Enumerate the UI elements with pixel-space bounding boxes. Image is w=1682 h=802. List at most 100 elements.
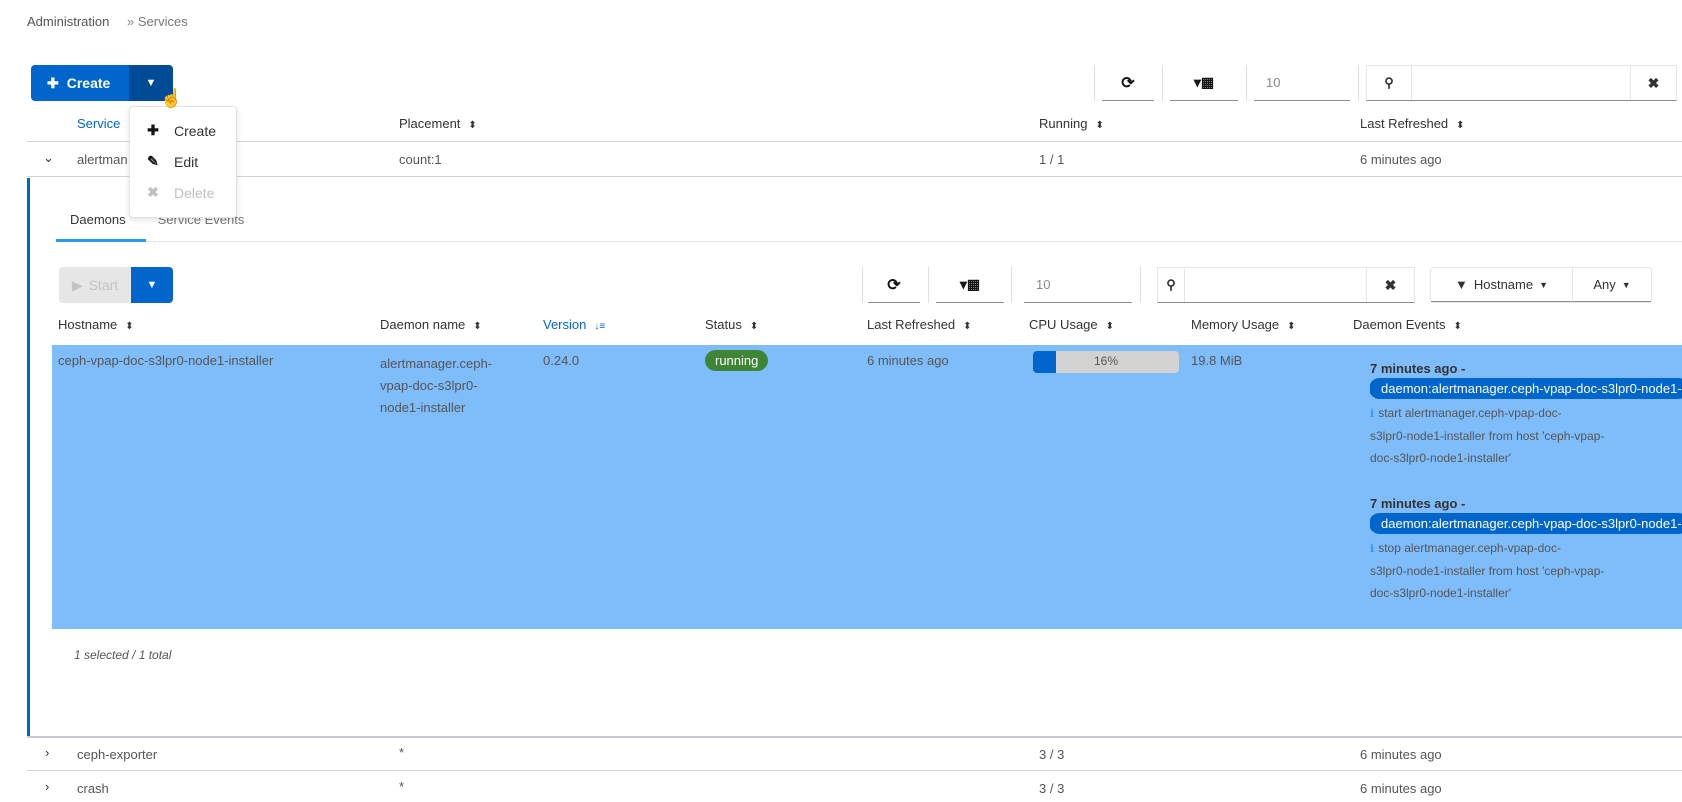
daemons-column-toggle-button[interactable]: ▾▦: [936, 267, 1004, 303]
menu-item-edit[interactable]: ✎ Edit: [130, 146, 236, 177]
info-icon: ℹ: [1370, 543, 1375, 555]
service-name[interactable]: ceph-exporter: [77, 747, 157, 762]
column-header-last-refreshed[interactable]: Last Refreshed ⬍: [1360, 116, 1465, 131]
filter-field-dropdown[interactable]: ▼ Hostname ▼: [1431, 268, 1573, 302]
column-header-placement[interactable]: Placement ⬍: [399, 116, 477, 131]
page-size-input[interactable]: 10: [1254, 65, 1350, 101]
service-name[interactable]: alertman: [77, 152, 128, 167]
sort-icon: ⬍: [963, 321, 972, 332]
toolbar-divider: [1162, 65, 1163, 101]
hand-cursor-icon: ☝: [160, 88, 183, 108]
times-icon: ✖: [147, 184, 159, 200]
event-tag[interactable]: daemon:alertmanager.ceph-vpap-doc-s3lpr0…: [1370, 513, 1682, 534]
toolbar-divider: [928, 267, 929, 303]
expand-chevron-icon[interactable]: ›: [45, 779, 49, 794]
event-message: ℹ start alertmanager.ceph-vpap-doc- s3lpr…: [1370, 406, 1605, 465]
daemons-search-input[interactable]: [1185, 268, 1366, 302]
caret-down-icon: ▼: [1539, 279, 1549, 290]
search-input[interactable]: [1412, 66, 1630, 100]
row-divider: [27, 176, 1682, 177]
column-toggle-button[interactable]: ▾▦: [1170, 65, 1238, 101]
plus-icon: ✚: [147, 122, 159, 138]
caret-down-icon: ▼: [145, 77, 157, 89]
row-divider: [27, 770, 1682, 771]
columns-icon: ▾▦: [959, 276, 981, 292]
pencil-icon: ✎: [147, 153, 159, 169]
daemons-search-box: ⚲ ✖: [1157, 267, 1415, 303]
column-header-memory-usage[interactable]: Memory Usage ⬍: [1191, 317, 1296, 332]
info-icon: ℹ: [1370, 408, 1375, 420]
service-placement: count:1: [399, 152, 442, 167]
search-box: ⚲ ✖: [1366, 65, 1677, 101]
sort-icon: ⬍: [1095, 120, 1104, 131]
toolbar-divider: [1246, 65, 1247, 101]
selection-count: 1 selected / 1 total: [74, 648, 172, 662]
sort-icon: ⬍: [1287, 321, 1296, 332]
service-name[interactable]: crash: [77, 781, 109, 796]
column-header-hostname[interactable]: Hostname ⬍: [58, 317, 134, 332]
filter-icon: ▼: [1454, 277, 1468, 292]
column-header-last-refreshed[interactable]: Last Refreshed ⬍: [867, 317, 972, 332]
service-running: 3 / 3: [1039, 781, 1065, 796]
expand-chevron-icon[interactable]: ›: [45, 745, 49, 760]
event-time: 7 minutes ago -: [1370, 496, 1466, 511]
column-header-service[interactable]: Service: [77, 116, 120, 131]
daemons-page-size-input[interactable]: 10: [1024, 267, 1132, 303]
sort-icon: ⬍: [1453, 321, 1462, 332]
daemon-version: 0.24.0: [543, 353, 580, 368]
start-button-group: ▶ Start ▼: [59, 267, 173, 303]
service-last-refreshed: 6 minutes ago: [1360, 747, 1442, 762]
column-header-daemon-events[interactable]: Daemon Events ⬍: [1353, 317, 1462, 332]
service-running: 3 / 3: [1039, 747, 1065, 762]
daemon-name: alertmanager.ceph- vpap-doc-s3lpr0- node…: [380, 356, 493, 415]
sort-icon: ⬍: [1456, 120, 1465, 131]
create-button-group: ✚ Create ▼: [31, 65, 173, 101]
daemon-event: 7 minutes ago - daemon:alertmanager.ceph…: [1370, 361, 1682, 469]
column-header-cpu-usage[interactable]: CPU Usage ⬍: [1029, 317, 1114, 332]
refresh-button[interactable]: ⟳: [1102, 65, 1154, 101]
event-message: ℹ stop alertmanager.ceph-vpap-doc- s3lpr0…: [1370, 541, 1605, 600]
event-time: 7 minutes ago -: [1370, 361, 1466, 376]
create-button[interactable]: ✚ Create: [31, 65, 129, 101]
daemon-actions-dropdown-toggle[interactable]: ▼: [131, 267, 173, 303]
clear-search-button[interactable]: ✖: [1630, 66, 1676, 100]
sort-icon: ⬍: [125, 321, 134, 332]
toolbar-divider: [862, 267, 863, 303]
toolbar-divider: [1011, 267, 1012, 303]
menu-item-create[interactable]: ✚ Create: [130, 115, 236, 146]
tab-daemons[interactable]: Daemons: [56, 208, 140, 231]
collapse-chevron-icon[interactable]: ⌄: [43, 150, 54, 166]
column-header-version[interactable]: Version ↓≡: [543, 317, 605, 332]
service-placement: *: [399, 779, 405, 794]
caret-down-icon: ▼: [1621, 279, 1631, 290]
column-header-daemon-name[interactable]: Daemon name ⬍: [380, 317, 482, 332]
daemons-refresh-button[interactable]: ⟳: [868, 267, 920, 303]
search-icon[interactable]: ⚲: [1367, 66, 1412, 100]
plus-icon: ✚: [47, 74, 59, 91]
breadcrumb-parent[interactable]: Administration: [27, 14, 109, 29]
sort-icon: ⬍: [473, 321, 482, 332]
daemon-memory-usage: 19.8 MiB: [1191, 353, 1243, 368]
search-icon[interactable]: ⚲: [1158, 268, 1185, 302]
cpu-usage-label: 16%: [1093, 354, 1119, 368]
close-icon: ✖: [1384, 276, 1397, 293]
column-header-running[interactable]: Running ⬍: [1039, 116, 1104, 131]
header-divider: [27, 141, 1682, 142]
daemon-last-refreshed: 6 minutes ago: [867, 353, 949, 368]
caret-down-icon: ▼: [146, 279, 158, 291]
event-tag[interactable]: daemon:alertmanager.ceph-vpap-doc-s3lpr0…: [1370, 378, 1682, 399]
clear-search-button[interactable]: ✖: [1366, 268, 1414, 302]
status-badge: running: [705, 350, 769, 371]
create-button-label: Create: [66, 75, 111, 91]
close-icon: ✖: [1647, 74, 1660, 91]
service-last-refreshed: 6 minutes ago: [1360, 152, 1442, 167]
sort-icon: ⬍: [1105, 321, 1115, 332]
filter-value-dropdown[interactable]: Any ▼: [1573, 268, 1651, 302]
tabs-divider: [146, 241, 1682, 242]
service-placement: *: [399, 745, 405, 760]
column-header-status[interactable]: Status ⬍: [705, 317, 758, 332]
columns-icon: ▾▦: [1193, 74, 1215, 90]
menu-item-delete: ✖ Delete: [147, 184, 215, 201]
row-divider: [27, 736, 1682, 738]
start-button[interactable]: ▶ Start: [59, 267, 131, 303]
